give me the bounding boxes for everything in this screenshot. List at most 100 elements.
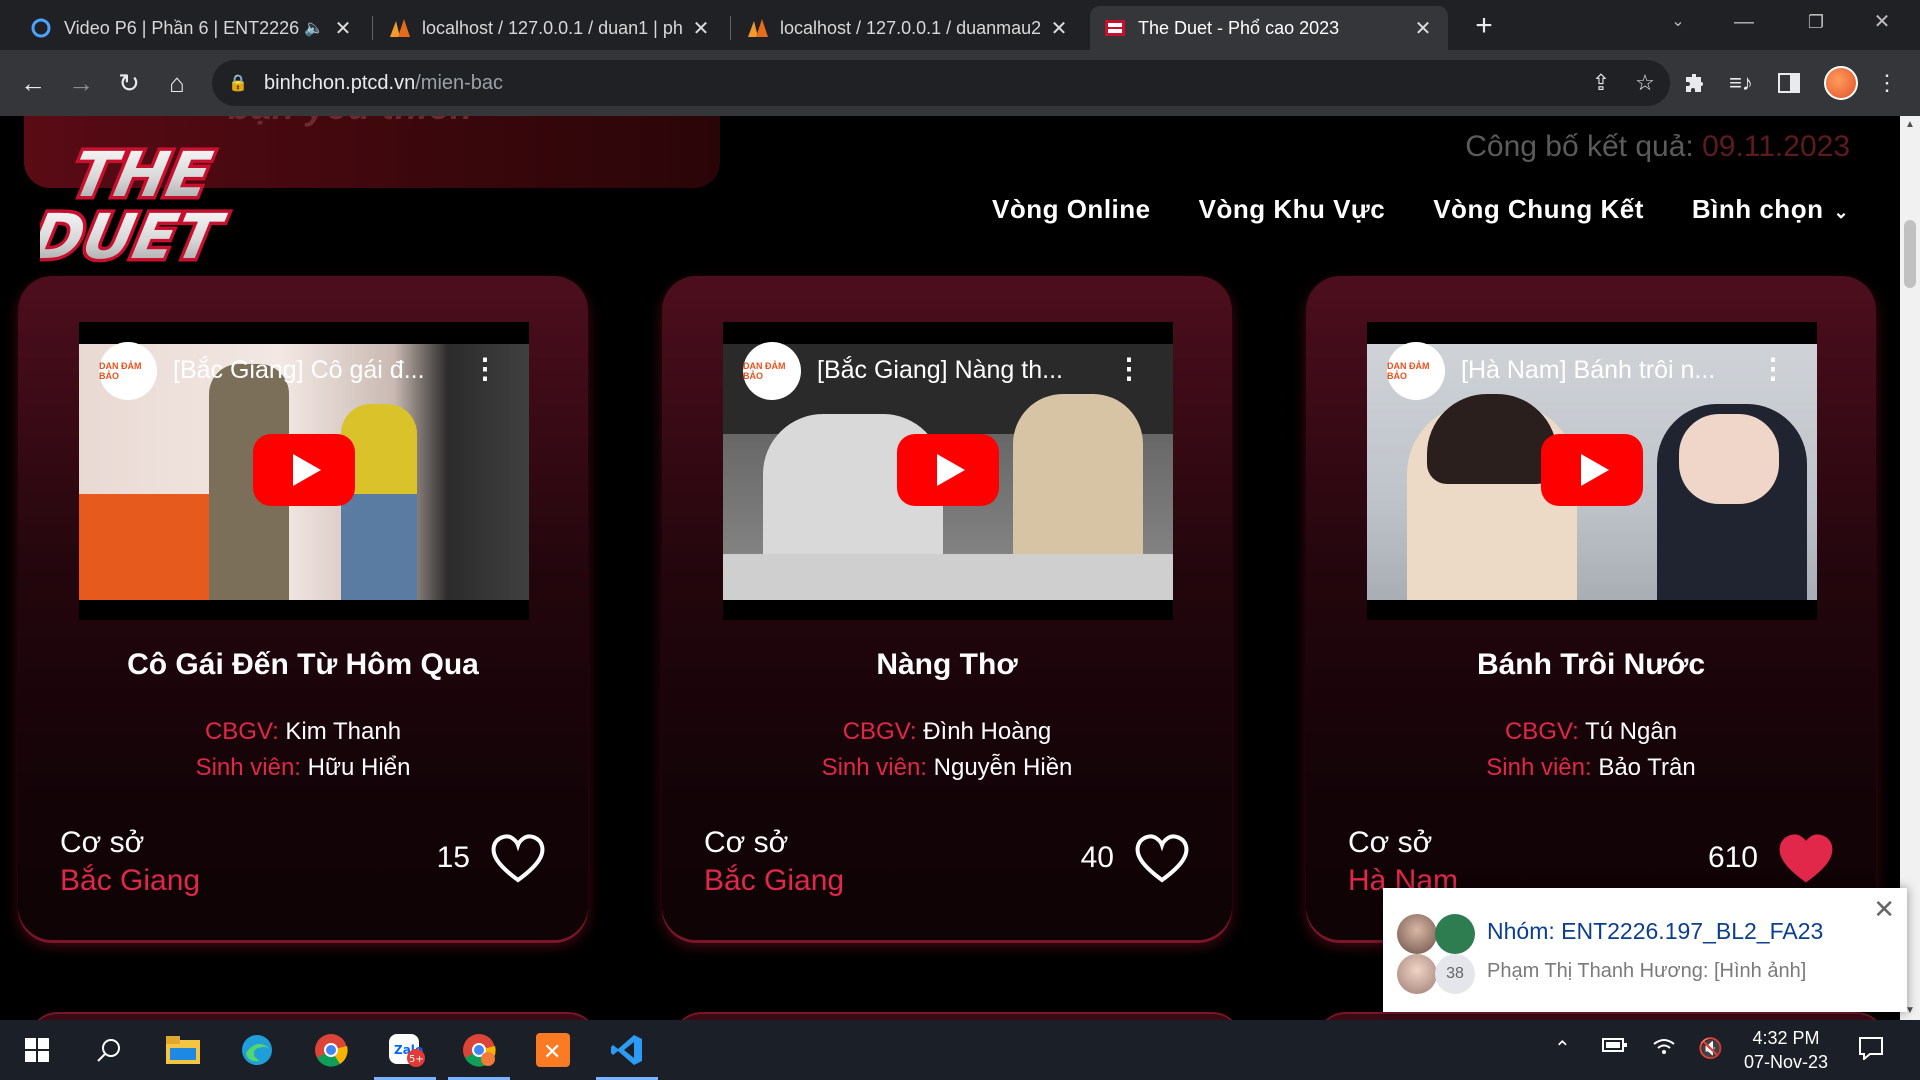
system-clock[interactable]: 4:32 PM 07-Nov-23 xyxy=(1736,1026,1836,1074)
youtube-play-icon[interactable] xyxy=(253,434,355,506)
youtube-play-icon[interactable] xyxy=(1541,434,1643,506)
windows-start-icon[interactable] xyxy=(0,1020,74,1080)
search-icon[interactable] xyxy=(72,1020,146,1080)
close-tab-icon[interactable]: ✕ xyxy=(332,16,354,41)
campus-name: Bắc Giang xyxy=(704,864,845,897)
tab-search-icon[interactable]: ⌄ xyxy=(1648,0,1708,44)
vote-count: 15 xyxy=(436,841,470,874)
video-title[interactable]: [Bắc Giang] Nàng th... xyxy=(817,356,1063,385)
close-icon[interactable]: ✕ xyxy=(1873,894,1895,925)
nav-vong-chung-ket[interactable]: Vòng Chung Kết xyxy=(1433,194,1644,225)
reload-icon[interactable]: ↻ xyxy=(110,64,148,102)
zalo-notification[interactable]: ✕ 38 Nhóm: ENT2226.197_BL2_FA23 Phạm Thị… xyxy=(1383,888,1907,1012)
speaker-icon[interactable]: 🔈 xyxy=(304,18,324,38)
close-window-icon[interactable]: ✕ xyxy=(1852,0,1912,44)
lock-icon[interactable]: 🔒 xyxy=(228,73,250,93)
edge-icon[interactable] xyxy=(220,1020,294,1080)
file-explorer-icon[interactable] xyxy=(146,1020,220,1080)
minimize-icon[interactable]: — xyxy=(1714,0,1774,44)
heart-outline-icon[interactable] xyxy=(490,832,546,884)
nav-binh-chon[interactable]: Bình chọn ⌄ xyxy=(1692,194,1849,225)
member-count: 38 xyxy=(1435,954,1475,994)
taskbar: Zalo 5+ ✕ ⌃ 🔇 4:32 PM 07-Nov-23 xyxy=(0,1020,1920,1080)
heart-outline-icon[interactable] xyxy=(1134,832,1190,884)
vote-box: 15 xyxy=(437,832,546,884)
theduet-icon xyxy=(1104,17,1126,39)
notification-center-icon[interactable] xyxy=(1858,1036,1884,1066)
tab-localhost-duanmau2[interactable]: localhost / 127.0.0.1 / duanmau2 ✕ xyxy=(732,6,1084,50)
song-title: Nàng Thơ xyxy=(876,648,1018,681)
close-tab-icon[interactable]: ✕ xyxy=(690,16,712,41)
student-label: Sinh viên: xyxy=(821,754,934,781)
video-title[interactable]: [Hà Nam] Bánh trôi n... xyxy=(1461,356,1715,385)
chrome-icon[interactable] xyxy=(294,1020,368,1080)
browser-menu-icon[interactable]: ⋮ xyxy=(1868,64,1906,102)
avatar xyxy=(1435,914,1475,954)
share-icon[interactable]: ⇪ xyxy=(1586,70,1616,96)
more-options-icon[interactable]: ⋮ xyxy=(1759,352,1787,385)
phpmyadmin-icon xyxy=(746,17,768,39)
campus-label: Cơ sở xyxy=(704,826,789,859)
vscode-icon[interactable] xyxy=(590,1020,664,1080)
browser-toolbar: ← → ↻ ⌂ 🔒 binhchon.ptcd.vn/mien-bac ⇪ ☆ … xyxy=(0,50,1920,116)
teacher-label: CBGV: xyxy=(1504,718,1585,745)
tab-title: The Duet - Phổ cao 2023 xyxy=(1138,17,1340,38)
channel-badge: DAN ĐẢM BẢO xyxy=(99,361,142,381)
new-tab-button[interactable]: + xyxy=(1466,8,1502,44)
close-tab-icon[interactable]: ✕ xyxy=(1412,16,1434,41)
student-credit: Sinh viên: Hữu Hiển xyxy=(18,754,588,782)
teacher-label: CBGV: xyxy=(842,718,924,745)
video-title[interactable]: [Bắc Giang] Cô gái đ... xyxy=(173,356,425,385)
profile-avatar[interactable] xyxy=(1824,66,1858,100)
battery-icon[interactable] xyxy=(1602,1036,1628,1059)
nav-vong-khu-vuc[interactable]: Vòng Khu Vực xyxy=(1199,194,1386,225)
page-scrollbar[interactable]: ▲ ▼ xyxy=(1900,116,1920,1020)
nav-binh-chon-label: Bình chọn xyxy=(1691,194,1824,224)
avatar xyxy=(1397,954,1437,994)
url-path: /mien-bac xyxy=(415,71,504,94)
video-embed[interactable]: DAN ĐẢM BẢO [Hà Nam] Bánh trôi n... ⋮ xyxy=(1367,322,1817,620)
more-options-icon[interactable]: ⋮ xyxy=(471,352,499,385)
side-panel-icon[interactable] xyxy=(1770,64,1808,102)
announce-date: 09.11.2023 xyxy=(1702,130,1850,163)
bookmark-star-icon[interactable]: ☆ xyxy=(1630,70,1660,96)
video-embed[interactable]: DAN ĐẢM BẢO [Bắc Giang] Cô gái đ... ⋮ xyxy=(79,322,529,620)
teacher-name: Tú Ngân xyxy=(1584,718,1678,745)
heart-filled-icon[interactable] xyxy=(1778,832,1834,884)
tab-localhost-duan1[interactable]: localhost / 127.0.0.1 / duan1 | ph ✕ xyxy=(374,6,726,50)
svg-text:✕: ✕ xyxy=(543,1040,561,1065)
scroll-up-icon[interactable]: ▲ xyxy=(1900,116,1920,134)
teacher-credit: CBGV: Đình Hoàng xyxy=(662,718,1232,746)
channel-avatar[interactable]: DAN ĐẢM BẢO xyxy=(743,342,801,400)
video-embed[interactable]: DAN ĐẢM BẢO [Bắc Giang] Nàng th... ⋮ xyxy=(723,322,1173,620)
the-duet-logo[interactable]: THE THE DUET DUET xyxy=(40,136,300,266)
campus-name: Bắc Giang xyxy=(60,864,201,897)
more-options-icon[interactable]: ⋮ xyxy=(1115,352,1143,385)
student-credit: Sinh viên: Bảo Trân xyxy=(1306,754,1876,782)
scrollbar-thumb[interactable] xyxy=(1904,220,1916,288)
wifi-icon[interactable] xyxy=(1652,1036,1676,1062)
extensions-puzzle-icon[interactable] xyxy=(1676,64,1714,102)
logo-line-2: DUET xyxy=(40,201,231,266)
tab-video-p6[interactable]: Video P6 | Phần 6 | ENT2226 🔈 ✕ xyxy=(16,6,368,50)
tab-the-duet[interactable]: The Duet - Phổ cao 2023 ✕ xyxy=(1090,6,1448,50)
channel-avatar[interactable]: DAN ĐẢM BẢO xyxy=(1387,342,1445,400)
nav-vong-online[interactable]: Vòng Online xyxy=(992,194,1151,225)
forward-arrow-icon[interactable]: → xyxy=(62,64,100,102)
chrome-profile-icon[interactable] xyxy=(442,1020,516,1080)
volume-muted-icon[interactable]: 🔇 xyxy=(1698,1036,1723,1061)
close-tab-icon[interactable]: ✕ xyxy=(1048,16,1070,41)
address-bar[interactable]: 🔒 binhchon.ptcd.vn/mien-bac ⇪ ☆ xyxy=(212,60,1670,106)
zalo-icon[interactable]: Zalo 5+ xyxy=(368,1020,442,1080)
tab-bar: Video P6 | Phần 6 | ENT2226 🔈 ✕ localhos… xyxy=(0,0,1920,50)
vote-box: 40 xyxy=(1081,832,1190,884)
xampp-icon[interactable]: ✕ xyxy=(516,1020,590,1080)
restore-icon[interactable]: ❐ xyxy=(1786,0,1846,44)
back-arrow-icon[interactable]: ← xyxy=(14,64,52,102)
teacher-label: CBGV: xyxy=(204,718,286,745)
channel-avatar[interactable]: DAN ĐẢM BẢO xyxy=(99,342,157,400)
media-controls-icon[interactable]: ≡♪ xyxy=(1722,64,1760,102)
home-icon[interactable]: ⌂ xyxy=(158,64,196,102)
chevron-up-icon[interactable]: ⌃ xyxy=(1554,1036,1571,1061)
youtube-play-icon[interactable] xyxy=(897,434,999,506)
